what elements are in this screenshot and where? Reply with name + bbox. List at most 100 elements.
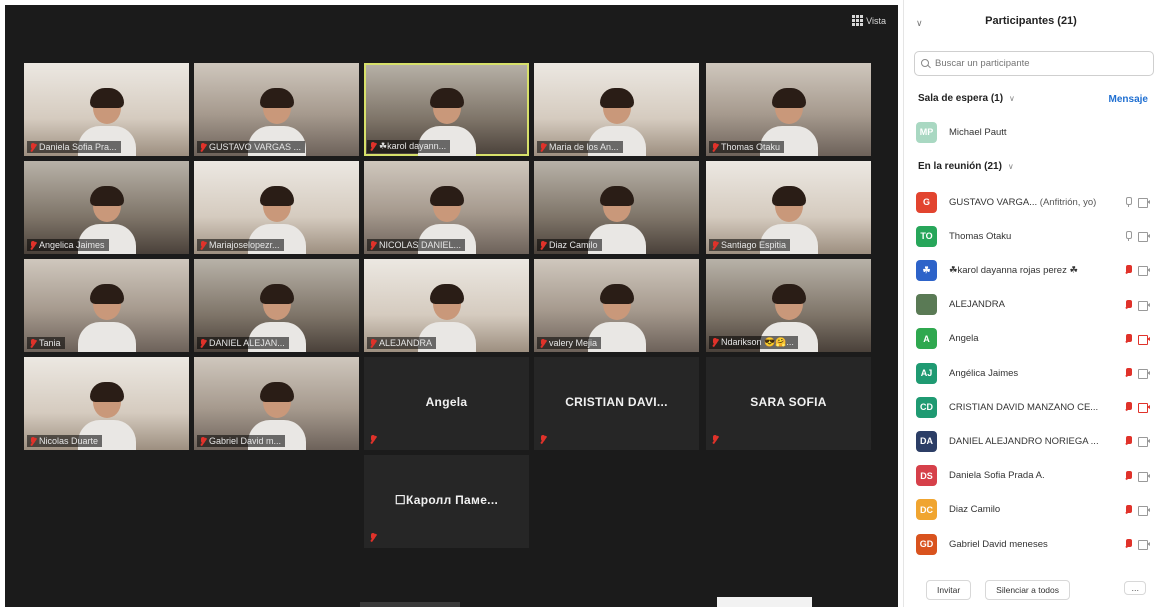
- camera-off-icon[interactable]: [1138, 403, 1150, 414]
- search-input[interactable]: [935, 58, 1145, 69]
- participant-name: Gabriel David m...: [209, 436, 282, 446]
- view-button[interactable]: Vista: [852, 15, 886, 26]
- participant-tile[interactable]: Santiago Espitia: [706, 161, 871, 254]
- participant-row[interactable]: DA DANIEL ALEJANDRO NORIEGA ...: [916, 425, 1154, 457]
- mic-off-icon[interactable]: [1125, 436, 1132, 446]
- participant-tile[interactable]: ☘karol dayann...: [364, 63, 529, 156]
- mic-off-icon: [30, 142, 36, 152]
- participant-tile[interactable]: Tania: [24, 259, 189, 352]
- participant-name-text: Diaz Camilo: [949, 504, 1001, 516]
- avatar: DA: [916, 430, 937, 452]
- participant-tile[interactable]: GUSTAVO VARGAS ...: [194, 63, 359, 156]
- participant-tile[interactable]: SARA SOFIA: [706, 357, 871, 450]
- waiting-room-label: Sala de espera (1): [918, 93, 1004, 104]
- participant-name-text: CRISTIAN DAVID MANZANO CE...: [949, 401, 1099, 413]
- participant-row[interactable]: A Angela: [916, 323, 1154, 355]
- participant-tile[interactable]: ALEJANDRA: [364, 259, 529, 352]
- mic-off-icon[interactable]: [1125, 504, 1132, 515]
- camera-icon[interactable]: [1138, 540, 1150, 550]
- participant-name: Angela: [949, 333, 1099, 344]
- participant-name: GUSTAVO VARGAS ...: [209, 142, 302, 152]
- participant-name-text: GUSTAVO VARGA...: [949, 196, 1038, 208]
- panel-title: Participantes (21): [985, 15, 1077, 27]
- mute-all-button[interactable]: Silenciar a todos: [985, 580, 1070, 600]
- camera-icon[interactable]: [1138, 232, 1150, 243]
- avatar: DC: [916, 499, 937, 521]
- camera-icon[interactable]: [1138, 266, 1150, 277]
- invite-button[interactable]: Invitar: [926, 580, 972, 600]
- participant-name: Michael Pautt: [949, 127, 1099, 138]
- message-button[interactable]: Mensaje: [1109, 94, 1148, 105]
- mic-off-icon: [370, 338, 376, 348]
- mic-off-icon: [370, 142, 376, 151]
- participant-tile[interactable]: NICOLAS DANIEL...: [364, 161, 529, 254]
- mic-icon[interactable]: [1125, 197, 1132, 207]
- avatar: AJ: [916, 362, 937, 384]
- chevron-down-icon: ∨: [1007, 162, 1014, 171]
- mic-off-icon[interactable]: [1125, 333, 1132, 344]
- camera-off-icon[interactable]: [1138, 334, 1150, 345]
- waiting-room-header[interactable]: Sala de espera (1) ∨: [918, 93, 1015, 104]
- participant-tile[interactable]: Mariajoselopezr...: [194, 161, 359, 254]
- participant-tile[interactable]: Angela: [364, 357, 529, 450]
- participant-tile[interactable]: DANIEL ALEJAN...: [194, 259, 359, 352]
- camera-icon[interactable]: [1138, 198, 1150, 208]
- mic-off-icon[interactable]: [1125, 402, 1132, 412]
- mic-off-icon[interactable]: [1125, 265, 1132, 275]
- participant-name-tag: Tania: [27, 337, 65, 349]
- participant-row[interactable]: AJ Angélica Jaimes: [916, 357, 1154, 389]
- mic-icon[interactable]: [1125, 231, 1132, 242]
- participant-name-tag: ☘karol dayann...: [367, 140, 451, 153]
- camera-icon[interactable]: [1138, 300, 1150, 311]
- participant-controls: [1125, 436, 1150, 448]
- camera-icon[interactable]: [1138, 471, 1150, 482]
- participant-controls: [1125, 402, 1150, 414]
- mic-off-icon[interactable]: [1125, 539, 1132, 549]
- participant-name: Gabriel David meneses: [949, 539, 1099, 550]
- participant-row[interactable]: ☘ ☘karol dayanna rojas perez ☘: [916, 254, 1154, 286]
- participant-tile[interactable]: CRISTIAN DAVI...: [534, 357, 699, 450]
- participant-tile[interactable]: Diaz Camilo: [534, 161, 699, 254]
- mic-off-icon[interactable]: [1125, 299, 1132, 310]
- participant-tile[interactable]: Daniela Sofia Pra...: [24, 63, 189, 156]
- participant-tile[interactable]: ☐Каролл Паме...: [364, 455, 529, 548]
- participant-row[interactable]: DC Diaz Camilo: [916, 494, 1154, 526]
- zoom-window: Vista Daniela Sofia Pra... GUSTAVO VARGAS…: [0, 0, 1158, 607]
- participant-row[interactable]: ALEJANDRA: [916, 289, 1154, 321]
- participant-name: NICOLAS DANIEL...: [379, 240, 462, 250]
- participant-tile[interactable]: Ndarikson 😎🤗...: [706, 259, 871, 352]
- camera-icon[interactable]: [1138, 437, 1150, 448]
- mic-off-icon: [712, 240, 718, 250]
- participant-name-tag: Gabriel David m...: [197, 435, 286, 447]
- mic-off-icon: [200, 338, 206, 348]
- participant-name: CRISTIAN DAVI...: [565, 395, 668, 409]
- participant-name-tag: Angelica Jaimes: [27, 239, 109, 251]
- participant-row[interactable]: G GUSTAVO VARGA... (Anfitrión, yo): [916, 186, 1154, 218]
- search-box[interactable]: [914, 51, 1154, 76]
- participant-name: GUSTAVO VARGA... (Anfitrión, yo): [949, 197, 1099, 208]
- participant-tile[interactable]: valery Mejia: [534, 259, 699, 352]
- participant-row[interactable]: DS Daniela Sofia Prada A.: [916, 460, 1154, 492]
- participant-tile[interactable]: Thomas Otaku: [706, 63, 871, 156]
- participant-tile[interactable]: Maria de los An...: [534, 63, 699, 156]
- mic-off-icon[interactable]: [1125, 368, 1132, 378]
- mic-off-icon: [370, 533, 376, 542]
- in-meeting-header[interactable]: En la reunión (21) ∨: [918, 161, 1014, 172]
- participant-tile[interactable]: Angelica Jaimes: [24, 161, 189, 254]
- search-icon: [921, 58, 931, 69]
- participant-tile[interactable]: Nicolas Duarte: [24, 357, 189, 450]
- participant-row[interactable]: CD CRISTIAN DAVID MANZANO CE...: [916, 391, 1154, 423]
- participant-controls: [1125, 504, 1150, 516]
- camera-icon[interactable]: [1138, 369, 1150, 379]
- participant-name-text: DANIEL ALEJANDRO NORIEGA ...: [949, 435, 1099, 447]
- mic-off-icon[interactable]: [1125, 470, 1132, 481]
- view-label: Vista: [866, 15, 886, 26]
- participant-row[interactable]: TO Thomas Otaku: [916, 220, 1154, 252]
- camera-icon[interactable]: [1138, 505, 1150, 516]
- mic-off-icon: [712, 142, 718, 152]
- more-options-button[interactable]: ...: [1124, 581, 1146, 595]
- participant-row[interactable]: MP Michael Pautt: [916, 116, 1154, 148]
- participant-row[interactable]: GD Gabriel David meneses: [916, 528, 1154, 560]
- participant-name-tag: Ndarikson 😎🤗...: [709, 336, 798, 349]
- participant-tile[interactable]: Gabriel David m...: [194, 357, 359, 450]
